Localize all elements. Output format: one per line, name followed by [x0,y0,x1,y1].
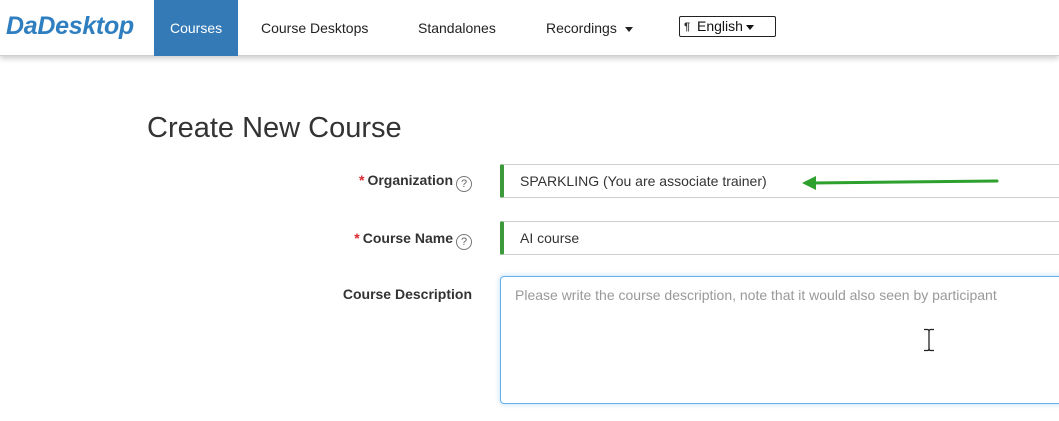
help-icon[interactable]: ? [456,176,472,192]
nav-course-desktops[interactable]: Course Desktops [261,0,368,56]
organization-label-text: Organization [367,172,453,188]
nav-recordings-label: Recordings [546,20,617,36]
annotation-arrow-icon [802,176,999,190]
language-flag-icon: ¶ [684,21,691,33]
course-description-textarea[interactable]: Please write the course description, not… [500,276,1059,404]
page-title: Create New Course [147,112,402,144]
top-navbar: DaDesktop Courses Course Desktops Standa… [0,0,1059,56]
course-name-label: * Course Name? [354,230,472,250]
nav-standalones[interactable]: Standalones [418,0,496,56]
required-marker: * [354,230,360,246]
nav-recordings[interactable]: Recordings [546,0,633,56]
course-name-label-text: Course Name [362,230,453,246]
chevron-down-icon [745,24,754,30]
brand-logo[interactable]: DaDesktop [6,12,134,41]
course-name-input[interactable]: AI course [500,221,1059,255]
nav-courses[interactable]: Courses [154,0,239,56]
language-select[interactable]: ¶ English [679,16,776,37]
course-description-label: Course Description [342,286,472,302]
required-marker: * [358,172,365,188]
chevron-down-icon [624,26,633,32]
text-cursor-icon [924,328,934,352]
help-icon[interactable]: ? [456,234,472,250]
language-label: English [697,18,743,34]
organization-label: * Organization? [359,172,472,192]
